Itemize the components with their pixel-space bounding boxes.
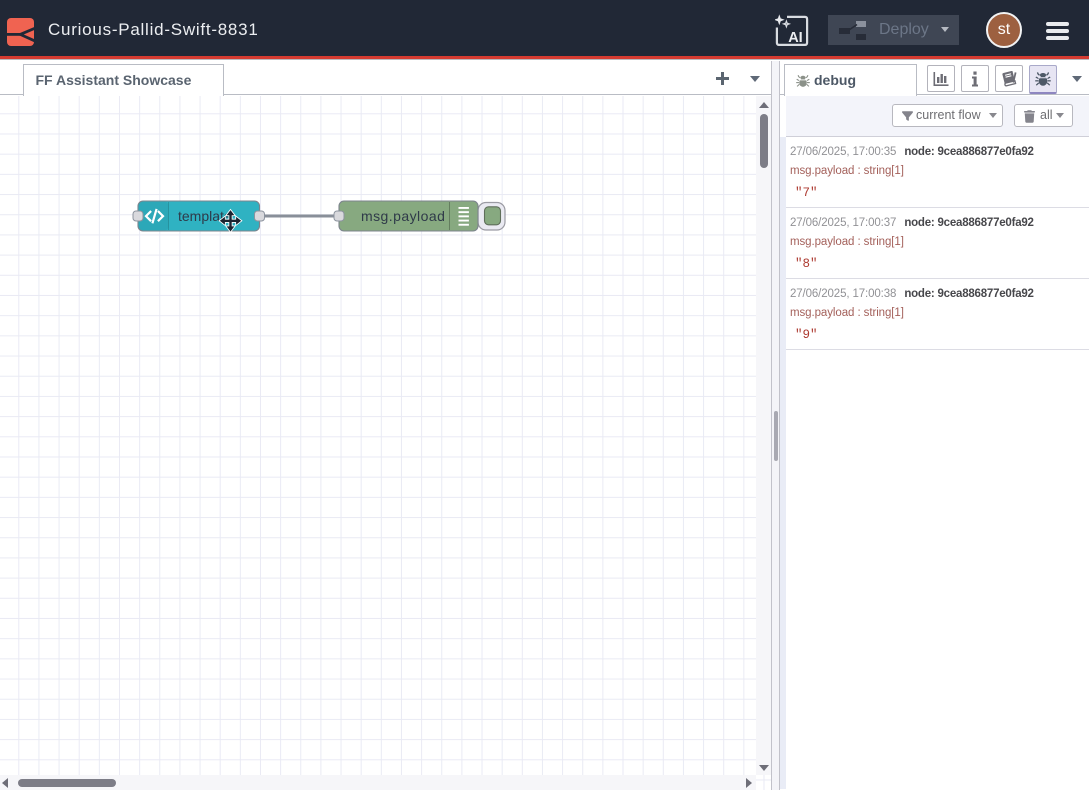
svg-text:msg.payload: msg.payload (361, 208, 445, 224)
svg-text:AI: AI (788, 30, 803, 46)
